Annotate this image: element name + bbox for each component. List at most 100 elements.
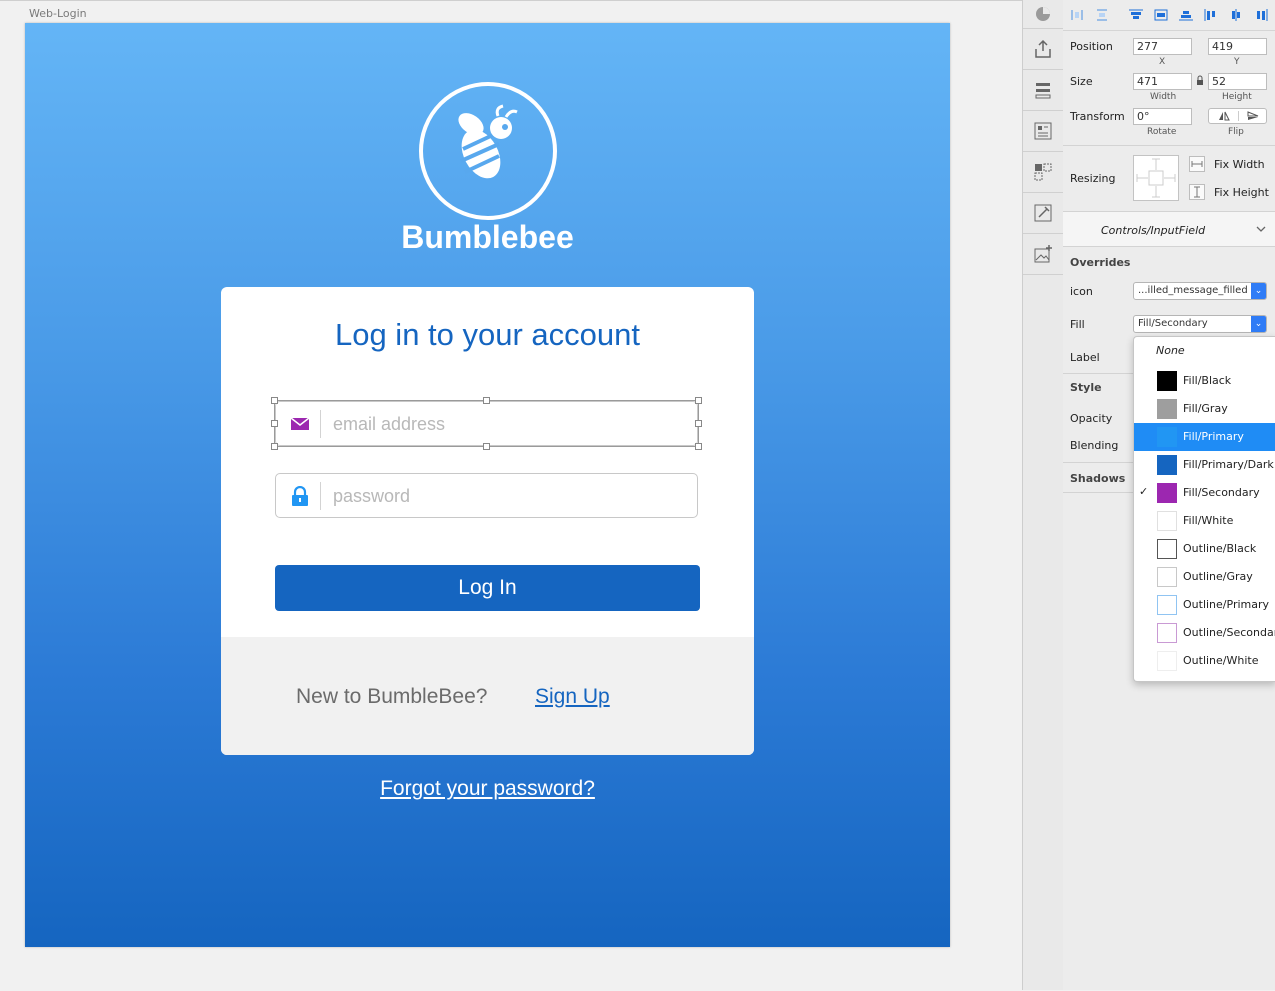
rotate-input[interactable]: 0° — [1133, 108, 1192, 125]
menu-item-label: Fill/Black — [1183, 374, 1232, 387]
menu-item-label: Outline/White — [1183, 654, 1259, 667]
add-image-icon[interactable] — [1023, 234, 1063, 275]
color-swatch — [1157, 511, 1177, 531]
menu-item-outline-secondary[interactable]: Outline/Secondary — [1134, 619, 1275, 647]
tool-rail — [1022, 0, 1064, 990]
distribute-vertical-icon[interactable] — [1096, 9, 1108, 21]
fix-width-label[interactable]: Fix Width — [1214, 158, 1265, 171]
components-icon[interactable] — [1023, 152, 1063, 193]
chevron-down-icon — [1256, 223, 1266, 236]
menu-item-label: Fill/Secondary — [1183, 486, 1260, 499]
bee-logo — [419, 82, 557, 220]
height-input[interactable]: 52 — [1208, 73, 1267, 90]
menu-item-fill-secondary[interactable]: ✓ Fill/Secondary — [1134, 479, 1275, 507]
symbol-name: Controls/InputField — [1101, 224, 1206, 237]
icon-override-label: icon — [1070, 285, 1093, 298]
x-label: X — [1159, 57, 1166, 67]
style-heading: Style — [1070, 381, 1102, 394]
new-user-text: New to BumbleBee? — [296, 685, 488, 708]
position-y-input[interactable]: 419 — [1208, 38, 1267, 55]
artboard-web-login[interactable]: Bumblebee Log in to your account email a… — [25, 23, 950, 947]
color-swatch — [1157, 427, 1177, 447]
size-label: Size — [1070, 75, 1093, 88]
distribute-horizontal-icon[interactable] — [1071, 9, 1083, 21]
rail-top-icon[interactable] — [1023, 0, 1063, 29]
menu-item-label: None — [1156, 344, 1185, 357]
rotate-label: Rotate — [1147, 127, 1177, 137]
width-label: Width — [1150, 92, 1177, 102]
design-canvas[interactable]: Web-Login Bumblebee Log in to your accou… — [0, 0, 1022, 991]
menu-item-outline-white[interactable]: Outline/White — [1134, 647, 1275, 675]
symbol-selector[interactable]: Controls/InputField — [1063, 212, 1275, 246]
fix-height-icon[interactable] — [1189, 184, 1205, 200]
menu-item-label: Outline/Primary — [1183, 598, 1270, 611]
password-placeholder: password — [333, 486, 411, 506]
color-swatch — [1157, 567, 1177, 587]
login-button[interactable]: Log In — [275, 565, 700, 611]
label-override-label: Label — [1070, 351, 1100, 364]
export-icon[interactable] — [1023, 29, 1063, 70]
flip-divider — [1238, 111, 1239, 121]
fix-height-label[interactable]: Fix Height — [1214, 186, 1269, 199]
color-swatch — [1157, 399, 1177, 419]
password-field[interactable]: password — [275, 473, 698, 518]
height-label: Height — [1222, 92, 1252, 102]
color-swatch — [1157, 455, 1177, 475]
align-toolbar — [1063, 0, 1275, 31]
blending-label: Blending — [1070, 439, 1119, 452]
signup-link[interactable]: Sign Up — [535, 685, 610, 709]
resize-handle[interactable] — [271, 420, 278, 427]
menu-item-label: Outline/Gray — [1183, 570, 1253, 583]
forgot-password-link[interactable]: Forgot your password? — [25, 777, 950, 801]
edit-icon[interactable] — [1023, 193, 1063, 234]
menu-item-label: Outline/Secondary — [1183, 626, 1275, 639]
resize-handle[interactable] — [695, 420, 702, 427]
card-title: Log in to your account — [334, 317, 641, 352]
align-bottom-icon[interactable] — [1179, 9, 1193, 21]
lock-icon — [290, 485, 310, 506]
menu-item-fill-white[interactable]: Fill/White — [1134, 507, 1275, 535]
resize-handle[interactable] — [483, 397, 490, 404]
resize-handle[interactable] — [695, 443, 702, 450]
align-right-icon[interactable] — [1254, 9, 1268, 21]
resize-handle[interactable] — [271, 397, 278, 404]
flip-control — [1208, 108, 1267, 124]
icon-override-select[interactable]: ...illed_message_filled ⌄ — [1133, 282, 1267, 300]
menu-item-label: Fill/Primary — [1183, 430, 1244, 443]
text-properties-icon[interactable] — [1023, 111, 1063, 152]
align-left-icon[interactable] — [1204, 9, 1216, 21]
width-input[interactable]: 471 — [1133, 73, 1192, 90]
resize-handle[interactable] — [483, 443, 490, 450]
align-center-icon[interactable] — [1229, 9, 1241, 21]
flip-vertical-icon[interactable] — [1247, 111, 1259, 124]
color-swatch — [1157, 539, 1177, 559]
color-swatch — [1157, 371, 1177, 391]
align-middle-icon[interactable] — [1154, 9, 1168, 21]
menu-item-fill-black[interactable]: Fill/Black — [1134, 367, 1275, 395]
menu-item-outline-black[interactable]: Outline/Black — [1134, 535, 1275, 563]
selection-frame[interactable] — [271, 397, 702, 450]
resize-handle[interactable] — [271, 443, 278, 450]
menu-item-label: Fill/White — [1183, 514, 1234, 527]
resizing-widget[interactable] — [1133, 155, 1179, 201]
color-swatch — [1157, 623, 1177, 643]
menu-item-outline-primary[interactable]: Outline/Primary — [1134, 591, 1275, 619]
fix-width-icon[interactable] — [1189, 156, 1205, 172]
align-top-icon[interactable] — [1129, 9, 1143, 21]
menu-item-none[interactable]: None — [1134, 337, 1275, 365]
artboard-label[interactable]: Web-Login — [29, 7, 87, 20]
menu-item-outline-gray[interactable]: Outline/Gray — [1134, 563, 1275, 591]
card-footer: New to BumbleBee? Sign Up — [221, 637, 754, 755]
flip-horizontal-icon[interactable] — [1218, 111, 1230, 124]
color-swatch — [1157, 483, 1177, 503]
layers-icon[interactable] — [1023, 70, 1063, 111]
menu-item-fill-primary-dark[interactable]: Fill/Primary/Dark — [1134, 451, 1275, 479]
position-x-input[interactable]: 277 — [1133, 38, 1192, 55]
lock-ratio-icon[interactable] — [1196, 75, 1204, 89]
fill-override-select[interactable]: Fill/Secondary ⌄ — [1133, 315, 1267, 333]
chevron-down-icon: ⌄ — [1251, 283, 1266, 299]
resize-handle[interactable] — [695, 397, 702, 404]
menu-item-fill-primary[interactable]: Fill/Primary — [1134, 423, 1275, 451]
y-label: Y — [1234, 57, 1240, 67]
menu-item-fill-gray[interactable]: Fill/Gray — [1134, 395, 1275, 423]
